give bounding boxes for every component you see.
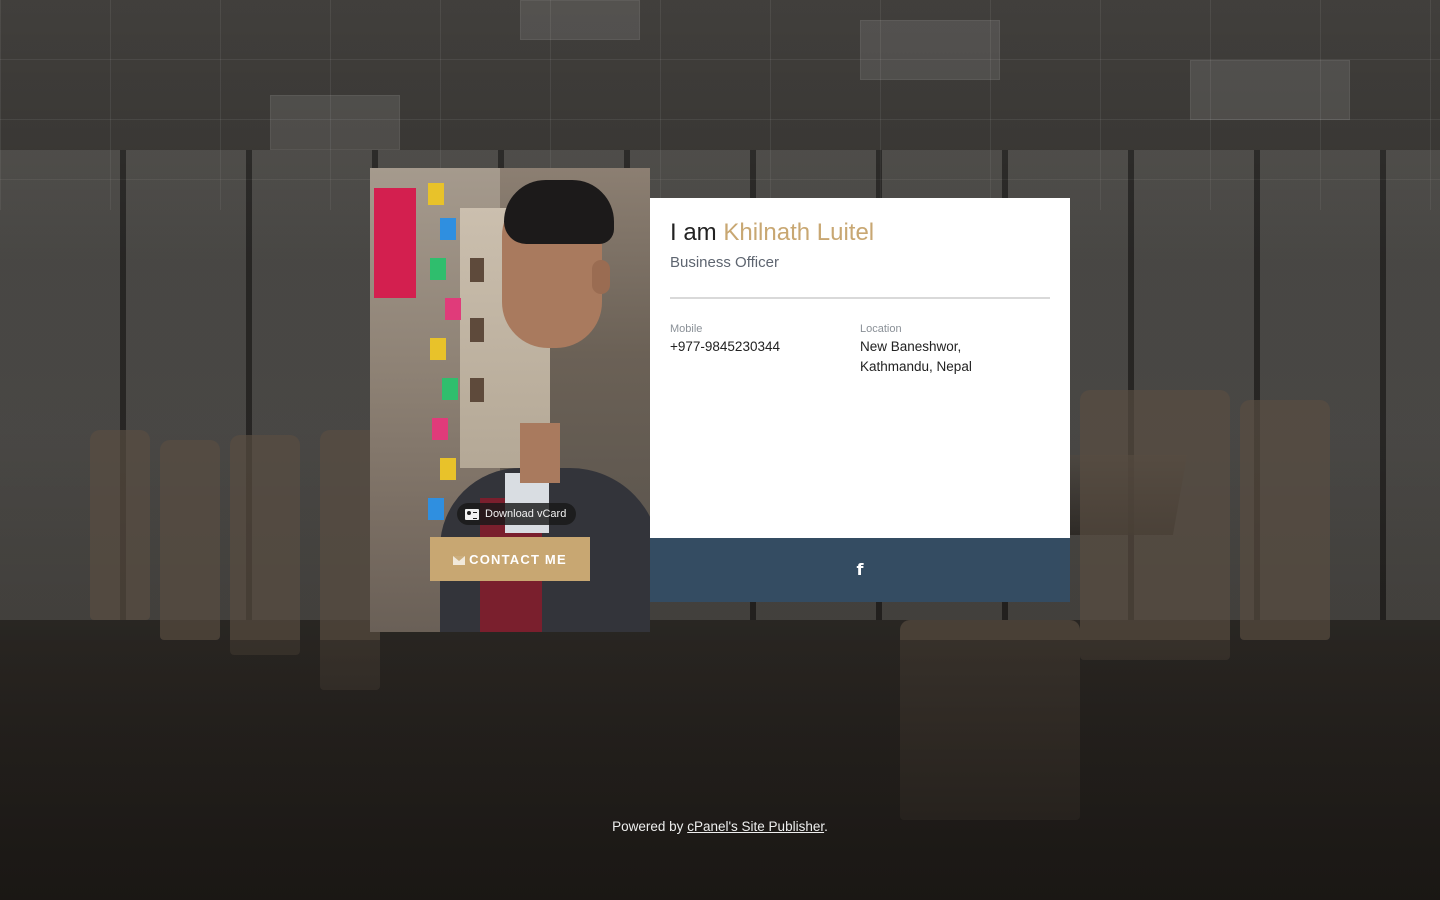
info-panel: I am Khilnath Luitel Business Officer Mo… — [650, 198, 1070, 538]
ceiling-light — [1190, 60, 1350, 120]
photo-window — [470, 378, 484, 402]
floor — [0, 640, 1440, 900]
chair — [160, 440, 220, 640]
photo-flag — [432, 418, 448, 440]
divider — [670, 297, 1050, 299]
location-value-line2: Kathmandu, Nepal — [860, 359, 972, 374]
contact-me-button[interactable]: CONTACT ME — [430, 537, 590, 581]
footer-suffix: . — [824, 819, 828, 834]
job-title: Business Officer — [670, 254, 779, 271]
vcard-icon — [465, 508, 479, 520]
mobile-detail: Mobile +977-9845230344 — [670, 323, 860, 377]
ceiling-light — [270, 95, 400, 150]
photo-flag — [442, 378, 458, 400]
photo-window — [470, 318, 484, 342]
mail-icon — [453, 555, 466, 565]
photo-flag — [428, 183, 444, 205]
location-detail: Location New Baneshwor, Kathmandu, Nepal — [860, 323, 1050, 377]
location-label: Location — [860, 323, 902, 335]
download-vcard-button[interactable]: Download vCard — [457, 503, 577, 525]
footer: Powered by cPanel's Site Publisher. — [0, 819, 1440, 834]
chair — [1080, 390, 1230, 660]
photo-hair — [504, 180, 614, 244]
social-bar: f — [650, 538, 1070, 602]
chair — [230, 435, 300, 655]
photo-ear — [592, 260, 610, 294]
facebook-icon[interactable]: f — [857, 562, 864, 578]
photo-flag — [445, 298, 461, 320]
mobile-value[interactable]: +977-9845230344 — [670, 337, 860, 357]
download-vcard-label: Download vCard — [485, 508, 567, 520]
photo-flag — [440, 458, 456, 480]
ceiling-projector — [520, 0, 640, 40]
photo-neck — [520, 423, 560, 483]
ceiling-light — [860, 20, 1000, 80]
photo-flag — [430, 338, 446, 360]
chair — [90, 430, 150, 620]
site-publisher-link[interactable]: cPanel's Site Publisher — [687, 819, 824, 834]
photo-banner — [374, 188, 416, 298]
heading: I am Khilnath Luitel — [670, 218, 1050, 248]
mobile-label: Mobile — [670, 323, 703, 335]
photo-flag — [428, 498, 444, 520]
location-value-line1: New Baneshwor, — [860, 339, 962, 354]
photo-window — [470, 258, 484, 282]
photo-flag — [440, 218, 456, 240]
photo-flag — [430, 258, 446, 280]
greeting: I am — [670, 219, 717, 246]
chair — [1240, 400, 1330, 640]
person-name: Khilnath Luitel — [723, 219, 875, 246]
contact-me-label: CONTACT ME — [469, 551, 567, 567]
contact-details: Mobile +977-9845230344 Location New Bane… — [670, 323, 1050, 377]
footer-prefix: Powered by — [612, 819, 684, 834]
